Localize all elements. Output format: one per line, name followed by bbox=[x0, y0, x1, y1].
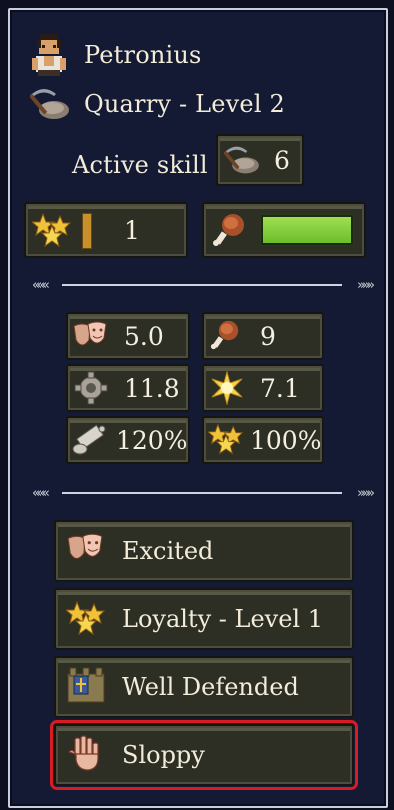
trait-loyalty[interactable]: Loyalty - Level 1 bbox=[54, 588, 354, 650]
gear-cog-icon bbox=[74, 371, 108, 405]
open-hand-icon bbox=[68, 735, 99, 771]
trait-well-defended[interactable]: Well Defended bbox=[54, 656, 354, 718]
job-row: Quarry - Level 2 bbox=[30, 86, 285, 122]
gold-stars-icon bbox=[32, 212, 72, 248]
trait-label: Well Defended bbox=[122, 673, 299, 701]
stat-value: 9 bbox=[260, 321, 276, 351]
stat-value: 100% bbox=[250, 425, 322, 455]
stat-productivity[interactable]: 120% bbox=[66, 416, 190, 464]
meat-drumstick-icon bbox=[213, 214, 244, 246]
divider-right-ornament: »»» bbox=[357, 486, 375, 501]
stat-energy[interactable]: 7.1 bbox=[202, 364, 324, 412]
character-name: Petronius bbox=[84, 41, 202, 69]
villager-portrait-icon bbox=[32, 34, 66, 76]
stat-food[interactable]: 9 bbox=[202, 312, 324, 360]
active-skill-label: Active skill bbox=[72, 151, 208, 179]
divider-left-ornament: ««« bbox=[32, 278, 50, 293]
meat-drumstick-icon bbox=[210, 320, 239, 350]
stat-value: 7.1 bbox=[260, 373, 300, 403]
gold-stars-icon bbox=[66, 600, 106, 636]
job-title: Quarry - Level 2 bbox=[84, 90, 285, 118]
stars-level-box[interactable]: 1 bbox=[24, 202, 188, 258]
stat-value: 5.0 bbox=[124, 321, 164, 351]
active-skill-button[interactable]: 6 bbox=[216, 134, 304, 186]
sun-burst-icon bbox=[211, 371, 243, 405]
trait-label: Loyalty - Level 1 bbox=[122, 605, 323, 633]
theater-masks-icon bbox=[73, 321, 107, 346]
trait-label: Sloppy bbox=[122, 741, 205, 769]
pickaxe-stone-icon bbox=[224, 146, 259, 174]
trait-sloppy[interactable]: Sloppy bbox=[50, 720, 358, 790]
trait-excited[interactable]: Excited bbox=[54, 520, 354, 582]
stat-value: 120% bbox=[116, 425, 188, 455]
active-skill-value: 6 bbox=[274, 145, 290, 175]
fortified-wall-icon bbox=[67, 667, 105, 703]
ornament-divider: ««« »»» bbox=[32, 486, 375, 501]
pickaxe-stone-icon bbox=[30, 89, 69, 119]
trait-label: Excited bbox=[122, 537, 214, 565]
character-header: Petronius bbox=[30, 32, 202, 78]
scroll-quill-icon bbox=[72, 424, 106, 455]
food-status-box[interactable] bbox=[202, 202, 366, 258]
stat-value: 11.8 bbox=[124, 373, 180, 403]
stat-mood[interactable]: 5.0 bbox=[66, 312, 190, 360]
stat-work-speed[interactable]: 11.8 bbox=[66, 364, 190, 412]
divider-left-ornament: ««« bbox=[32, 486, 50, 501]
character-panel: Petronius Quarry - Level 2 Active skill … bbox=[8, 8, 388, 808]
active-skill-row: Active skill bbox=[72, 140, 208, 190]
food-bar-fill bbox=[263, 217, 351, 243]
divider-right-ornament: »»» bbox=[357, 278, 375, 293]
stars-level-value: 1 bbox=[124, 215, 140, 245]
stat-loyalty[interactable]: 100% bbox=[202, 416, 324, 464]
level-progress-bar bbox=[82, 213, 92, 249]
food-bar bbox=[260, 214, 354, 246]
gold-stars-icon bbox=[208, 423, 244, 455]
theater-masks-icon bbox=[67, 533, 103, 560]
ornament-divider: ««« »»» bbox=[32, 278, 375, 293]
